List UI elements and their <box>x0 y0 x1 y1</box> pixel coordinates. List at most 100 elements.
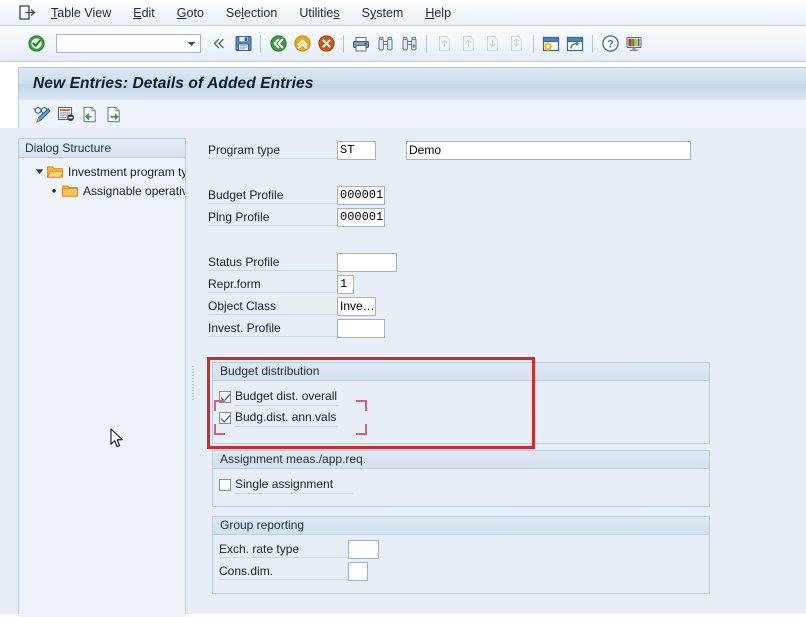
dialog-structure-tree: Investment program typ • Assignable oper… <box>19 158 185 617</box>
toolbar-separator <box>260 34 261 53</box>
field-label: Status Profile <box>208 253 337 271</box>
layout-menu-icon[interactable] <box>623 33 645 55</box>
field-label: Program type <box>208 141 337 159</box>
field-repr-form: Repr.form 1 <box>208 274 354 294</box>
budget-profile-input[interactable]: 000001 <box>337 185 385 205</box>
page-left-arrow-icon[interactable] <box>78 103 102 125</box>
printer-icon[interactable] <box>350 33 372 55</box>
toolbar-separator <box>426 34 427 53</box>
next-page-icon <box>481 33 503 55</box>
field-label: Cons.dim. <box>219 562 348 580</box>
menu-bar: Table View Edit Goto Selection Utilities… <box>0 0 806 26</box>
field-program-description: Demo <box>406 140 691 160</box>
yellow-up-arrow-icon[interactable] <box>291 33 313 55</box>
checkbox-budget-dist-overall[interactable]: Budget dist. overall <box>219 387 340 406</box>
main-toolbar: ? <box>0 26 806 62</box>
field-budget-profile: Budget Profile 000001 <box>208 185 385 205</box>
tree-node-investment-program-type[interactable]: Investment program typ <box>19 162 185 181</box>
plng-profile-input[interactable]: 000001 <box>337 207 385 227</box>
glasses-pencil-icon[interactable] <box>30 103 54 125</box>
field-label: Object Class <box>208 297 337 315</box>
create-shortcut-icon[interactable] <box>564 33 586 55</box>
status-profile-input[interactable] <box>337 252 397 272</box>
folder-open-icon <box>47 165 63 178</box>
command-field[interactable] <box>56 34 201 53</box>
field-label: Invest. Profile <box>208 319 337 337</box>
prev-page-icon <box>457 33 479 55</box>
content-area: Dialog Structure Investment program typ … <box>0 128 806 617</box>
checkbox-single-assignment[interactable]: Single assignment <box>219 475 353 494</box>
field-program-type: Program type ST <box>208 140 376 160</box>
group-title: Assignment meas./app.req. <box>213 451 709 469</box>
menu-item-utilities[interactable]: Utilities <box>288 2 350 24</box>
help-question-icon[interactable]: ? <box>599 33 621 55</box>
exit-icon[interactable] <box>14 2 40 24</box>
green-back-arrow-icon[interactable] <box>267 33 289 55</box>
toolbar-separator <box>592 34 593 53</box>
page-title-bar: New Entries: Details of Added Entries <box>18 67 806 100</box>
save-disk-icon[interactable] <box>232 33 254 55</box>
menu-item-system[interactable]: System <box>351 2 415 24</box>
checkbox-box[interactable] <box>219 390 231 403</box>
program-type-input[interactable]: ST <box>337 140 376 160</box>
field-cons-dim: Cons.dim. <box>219 561 368 581</box>
field-plng-profile: Plng Profile 000001 <box>208 207 385 227</box>
splitter-grip <box>192 366 194 402</box>
program-description-input[interactable]: Demo <box>406 140 691 160</box>
dialog-structure-header: Dialog Structure <box>19 139 185 158</box>
triangle-down-icon[interactable] <box>33 166 45 178</box>
invest-profile-input[interactable] <box>337 318 385 338</box>
checkbox-box[interactable] <box>219 478 231 491</box>
group-assignment: Assignment meas./app.req. Single assignm… <box>212 450 710 507</box>
tree-node-assignable-operative[interactable]: • Assignable operative <box>19 181 185 200</box>
red-cancel-icon[interactable] <box>315 33 337 55</box>
group-budget-distribution: Budget distribution Budget dist. overall… <box>212 362 710 444</box>
field-label: Repr.form <box>208 275 337 293</box>
binoculars-plus-icon[interactable] <box>398 33 420 55</box>
double-chevron-left-icon[interactable] <box>208 33 230 55</box>
repr-form-input[interactable]: 1 <box>337 274 354 294</box>
page-right-arrow-icon[interactable] <box>102 103 126 125</box>
field-label: Exch. rate type <box>219 540 348 558</box>
list-minus-icon[interactable] <box>54 103 78 125</box>
bullet-icon: • <box>51 182 57 198</box>
tree-node-label: Investment program typ <box>68 164 185 179</box>
object-class-input[interactable]: Inve… <box>337 296 376 316</box>
exch-rate-type-input[interactable] <box>348 539 379 559</box>
application-toolbar <box>18 100 806 128</box>
menu-item-selection[interactable]: Selection <box>215 2 288 24</box>
checkbox-label: Budg.dist. ann.vals <box>235 409 339 427</box>
field-object-class: Object Class Inve… <box>208 296 376 316</box>
menu-item-table-view[interactable]: Table View <box>40 2 122 24</box>
field-invest-profile: Invest. Profile <box>208 318 385 338</box>
svg-text:?: ? <box>607 38 614 50</box>
first-page-icon <box>433 33 455 55</box>
binoculars-icon[interactable] <box>374 33 396 55</box>
menu-item-edit[interactable]: Edit <box>122 2 166 24</box>
checkbox-budg-dist-ann-vals[interactable]: Budg.dist. ann.vals <box>219 408 339 427</box>
pane-splitter[interactable] <box>189 138 197 614</box>
checkbox-box[interactable] <box>219 411 231 424</box>
checkbox-label: Budget dist. overall <box>235 388 340 406</box>
dialog-structure-panel: Dialog Structure Investment program typ … <box>18 138 186 617</box>
chevron-down-icon[interactable] <box>183 35 199 52</box>
group-group-reporting: Group reporting Exch. rate type Cons.dim… <box>212 516 710 594</box>
field-label: Budget Profile <box>208 186 337 204</box>
new-session-icon[interactable] <box>540 33 562 55</box>
menu-item-help[interactable]: Help <box>414 2 462 24</box>
field-status-profile: Status Profile <box>208 252 397 272</box>
last-page-icon <box>505 33 527 55</box>
tree-node-label: Assignable operative <box>83 183 185 198</box>
group-title: Group reporting <box>213 517 709 535</box>
details-form: Program type ST Demo Budget Profile 0000… <box>200 128 806 614</box>
field-label: Plng Profile <box>208 208 337 226</box>
cons-dim-input[interactable] <box>348 561 368 581</box>
folder-icon <box>62 184 78 197</box>
field-exch-rate-type: Exch. rate type <box>219 539 379 559</box>
checkbox-label: Single assignment <box>235 476 353 494</box>
menu-item-goto[interactable]: Goto <box>166 2 215 24</box>
toolbar-separator <box>533 34 534 53</box>
group-title: Budget distribution <box>213 363 709 381</box>
enter-icon[interactable] <box>26 34 46 54</box>
page-title: New Entries: Details of Added Entries <box>33 75 314 92</box>
